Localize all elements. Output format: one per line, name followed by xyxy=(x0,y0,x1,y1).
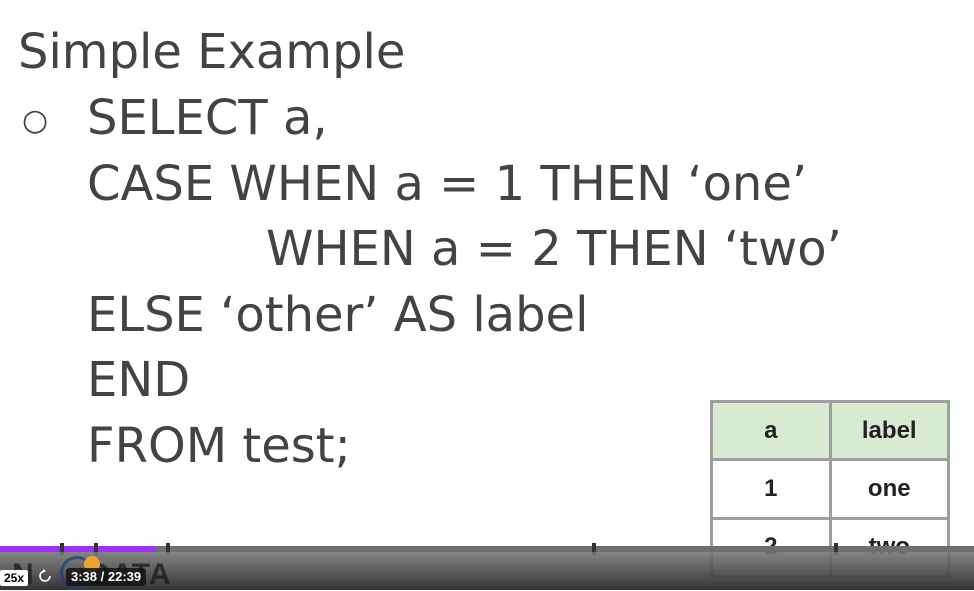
bullet-icon: ○ xyxy=(22,103,49,138)
code-line-case-when-1: CASE WHEN a = 1 THEN ‘one’ xyxy=(87,156,808,212)
table-header-cell: label xyxy=(831,403,947,459)
code-line-select: SELECT a, xyxy=(87,90,328,146)
replay-icon[interactable] xyxy=(38,569,52,583)
code-line-from: FROM test; xyxy=(87,418,351,474)
table-header-cell: a xyxy=(713,403,829,459)
time-display: 3:38 / 22:39 xyxy=(66,568,147,586)
table-cell: one xyxy=(831,461,947,517)
code-line-end: END xyxy=(87,352,191,408)
table-cell: 1 xyxy=(713,461,829,517)
playback-speed-button[interactable]: 25x xyxy=(0,570,29,586)
code-line-when-2: WHEN a = 2 THEN ‘two’ xyxy=(266,221,842,277)
slide: Simple Example ○ SELECT a, CASE WHEN a =… xyxy=(0,0,974,590)
code-line-else: ELSE ‘other’ AS label xyxy=(87,287,589,343)
slide-title: Simple Example xyxy=(18,24,406,80)
